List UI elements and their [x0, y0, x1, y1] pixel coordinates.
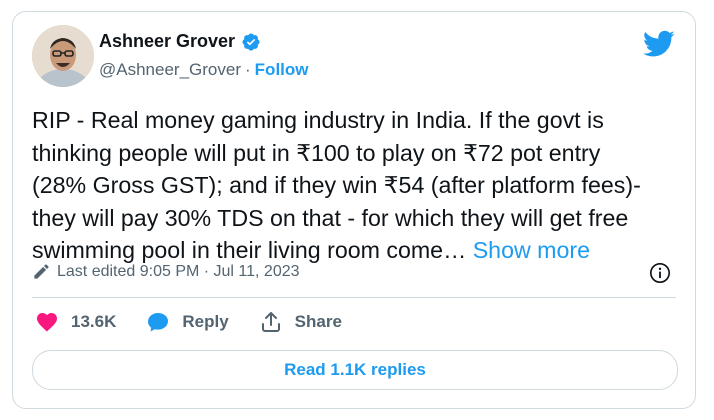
author-handle[interactable]: @Ashneer_Grover	[99, 60, 241, 79]
reply-label: Reply	[182, 312, 229, 331]
info-icon[interactable]	[649, 262, 671, 284]
twitter-bird-icon[interactable]	[643, 30, 675, 58]
avatar-photo-icon	[32, 25, 94, 87]
reply-button[interactable]: Reply	[146, 310, 229, 334]
read-replies-button[interactable]: Read 1.1K replies	[32, 350, 678, 390]
action-bar: 13.6K Reply Share	[35, 310, 372, 334]
divider	[32, 297, 676, 298]
show-more-link[interactable]: Show more	[473, 237, 590, 263]
like-button[interactable]: 13.6K	[35, 310, 116, 334]
follow-button[interactable]: Follow	[255, 60, 309, 79]
tweet-text: RIP - Real money gaming industry in Indi…	[32, 104, 682, 267]
share-icon	[261, 312, 280, 332]
verified-badge-icon	[242, 32, 260, 51]
share-label: Share	[294, 312, 342, 331]
edited-timestamp[interactable]: Last edited 9:05 PM · Jul 11, 2023	[57, 263, 300, 281]
speech-bubble-icon	[148, 313, 169, 332]
share-button[interactable]: Share	[259, 310, 342, 334]
separator-dot: ·	[245, 60, 251, 79]
likes-count: 13.6K	[71, 312, 117, 331]
heart-icon	[37, 313, 57, 332]
pencil-icon	[34, 264, 49, 279]
edited-meta: Last edited 9:05 PM · Jul 11, 2023	[32, 262, 300, 281]
author-name-row: Ashneer Grover	[99, 31, 261, 52]
avatar[interactable]	[32, 25, 94, 87]
author-handle-row: @Ashneer_Grover · Follow	[99, 60, 309, 80]
tweet-card: Ashneer Grover @Ashneer_Grover · Follow RI…	[12, 11, 696, 409]
author-name[interactable]: Ashneer Grover	[99, 31, 235, 52]
